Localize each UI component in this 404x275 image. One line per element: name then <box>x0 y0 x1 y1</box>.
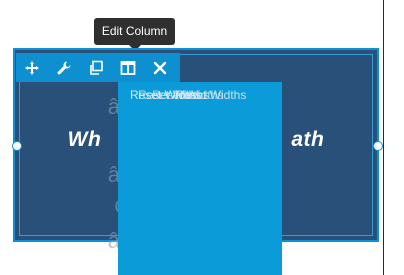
columns-icon <box>120 60 136 75</box>
tooltip-text: Edit Column <box>101 24 168 38</box>
frame-divider <box>383 0 384 275</box>
resize-handle-right[interactable] <box>373 141 383 151</box>
headline-right: ath <box>291 128 325 151</box>
resize-handle-left[interactable] <box>12 141 22 151</box>
duplicate-icon <box>90 60 103 75</box>
headline-left: Wh <box>67 128 102 151</box>
edit-column-tooltip: Edit Column <box>94 18 175 51</box>
column-settings-menu <box>118 82 282 275</box>
wrench-icon <box>57 61 71 74</box>
remove-button[interactable] <box>144 53 176 82</box>
menu-item-label-overlap-3: Reset Widths <box>175 88 247 102</box>
move-icon <box>25 60 39 75</box>
close-icon <box>153 61 167 74</box>
columns-button[interactable] <box>112 53 144 82</box>
edit-settings-button[interactable] <box>48 53 80 82</box>
column-toolbar <box>16 53 180 82</box>
duplicate-button[interactable] <box>80 53 112 82</box>
move-button[interactable] <box>16 53 48 82</box>
